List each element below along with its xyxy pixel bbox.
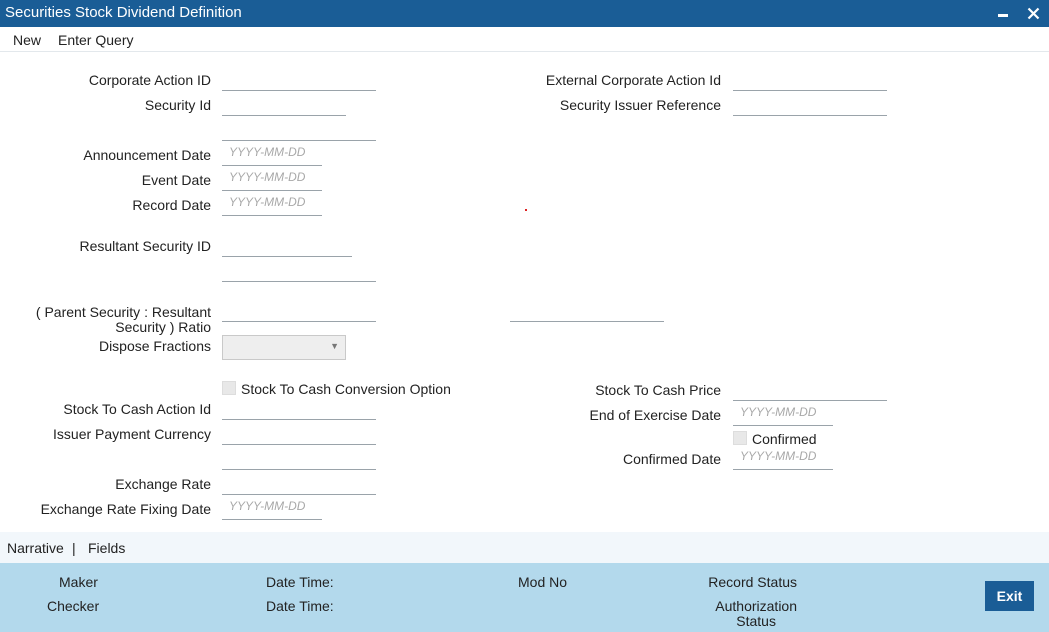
checker-date-time-label: Date Time: [266, 598, 334, 614]
tab-fields[interactable]: Fields [88, 540, 125, 556]
dropdown-arrow-icon: ▼ [330, 341, 339, 351]
close-button[interactable] [1021, 0, 1045, 27]
tab-separator: | [72, 540, 76, 556]
record-date-input[interactable]: YYYY-MM-DD [222, 192, 322, 216]
confirmed-checkbox[interactable] [733, 431, 747, 445]
exchange-rate-fixing-date-placeholder: YYYY-MM-DD [229, 499, 306, 513]
announcement-date-label: Announcement Date [83, 147, 211, 163]
menu-bar: New Enter Query [0, 27, 1049, 52]
ratio-label-line1: ( Parent Security : Resultant [35, 304, 211, 320]
exchange-rate-label: Exchange Rate [115, 476, 211, 492]
minimize-icon [998, 13, 1008, 17]
record-date-label: Record Date [132, 197, 211, 213]
authorization-status-label: Authorization Status [715, 599, 797, 629]
end-of-exercise-date-label: End of Exercise Date [589, 407, 721, 423]
end-of-exercise-date-input[interactable]: YYYY-MM-DD [733, 402, 833, 426]
security-issuer-reference-input[interactable] [733, 92, 887, 116]
record-date-placeholder: YYYY-MM-DD [229, 195, 306, 209]
resultant-security-id-input[interactable] [222, 233, 352, 257]
menu-new[interactable]: New [13, 32, 41, 48]
stock-to-cash-conversion-label: Stock To Cash Conversion Option [241, 381, 451, 397]
window-title: Securities Stock Dividend Definition [5, 4, 242, 21]
tab-narrative[interactable]: Narrative [7, 540, 64, 556]
red-dot-mark [525, 209, 527, 211]
exchange-rate-fixing-date-input[interactable]: YYYY-MM-DD [222, 496, 322, 520]
ratio-resultant-input[interactable] [510, 298, 664, 322]
corporate-action-id-label: Corporate Action ID [88, 72, 211, 88]
stock-to-cash-action-id-label: Stock To Cash Action Id [63, 401, 211, 417]
event-date-placeholder: YYYY-MM-DD [229, 170, 306, 184]
event-date-input[interactable]: YYYY-MM-DD [222, 167, 322, 191]
corporate-action-id-input[interactable] [222, 67, 376, 91]
announcement-date-input[interactable]: YYYY-MM-DD [222, 142, 322, 166]
external-corporate-action-id-input[interactable] [733, 67, 887, 91]
record-status-label: Record Status [708, 574, 797, 590]
mod-no-label: Mod No [518, 574, 568, 590]
currency-description-field[interactable] [222, 446, 376, 470]
stock-to-cash-price-input[interactable] [733, 377, 887, 401]
maker-label: Maker [59, 574, 98, 590]
ratio-parent-input[interactable] [222, 298, 376, 322]
dispose-fractions-label: Dispose Fractions [98, 338, 211, 354]
confirmed-date-input[interactable]: YYYY-MM-DD [733, 446, 833, 470]
ratio-label-line2: Security ) Ratio [115, 319, 211, 335]
external-corporate-action-id-label: External Corporate Action Id [545, 72, 721, 88]
security-issuer-reference-label: Security Issuer Reference [559, 97, 721, 113]
stock-to-cash-action-id-input[interactable] [222, 396, 376, 420]
menu-enter-query[interactable]: Enter Query [58, 32, 133, 48]
maker-date-time-label: Date Time: [266, 574, 334, 590]
dispose-fractions-select[interactable]: ▼ [222, 335, 346, 360]
confirmed-date-label: Confirmed Date [622, 451, 721, 467]
issuer-payment-currency-input[interactable] [222, 421, 376, 445]
minimize-button[interactable] [991, 0, 1015, 27]
security-id-label: Security Id [144, 97, 211, 113]
resultant-security-description-field[interactable] [222, 258, 376, 282]
stock-to-cash-conversion-checkbox[interactable] [222, 381, 236, 395]
audit-footer: Maker Checker Date Time: Date Time: Mod … [0, 563, 1049, 632]
subsystem-tabs: Narrative | Fields [0, 532, 1049, 563]
announcement-date-placeholder: YYYY-MM-DD [229, 145, 306, 159]
authorization-status-line2: Status [736, 613, 776, 629]
ratio-label: ( Parent Security : Resultant Security )… [36, 305, 211, 335]
resultant-security-id-label: Resultant Security ID [79, 238, 212, 254]
confirmed-date-placeholder: YYYY-MM-DD [740, 449, 817, 463]
issuer-payment-currency-label: Issuer Payment Currency [53, 426, 211, 442]
stock-to-cash-price-label: Stock To Cash Price [595, 382, 721, 398]
exchange-rate-fixing-date-label: Exchange Rate Fixing Date [40, 501, 211, 517]
title-bar: Securities Stock Dividend Definition [0, 0, 1049, 27]
close-icon [1027, 7, 1039, 20]
security-id-input[interactable] [222, 92, 346, 116]
security-description-field[interactable] [222, 117, 376, 141]
exchange-rate-input[interactable] [222, 471, 376, 495]
exit-button[interactable]: Exit [985, 581, 1034, 611]
confirmed-label: Confirmed [752, 431, 817, 447]
event-date-label: Event Date [141, 172, 211, 188]
authorization-status-line1: Authorization [715, 598, 797, 614]
end-of-exercise-date-placeholder: YYYY-MM-DD [740, 405, 817, 419]
checker-label: Checker [47, 598, 100, 614]
